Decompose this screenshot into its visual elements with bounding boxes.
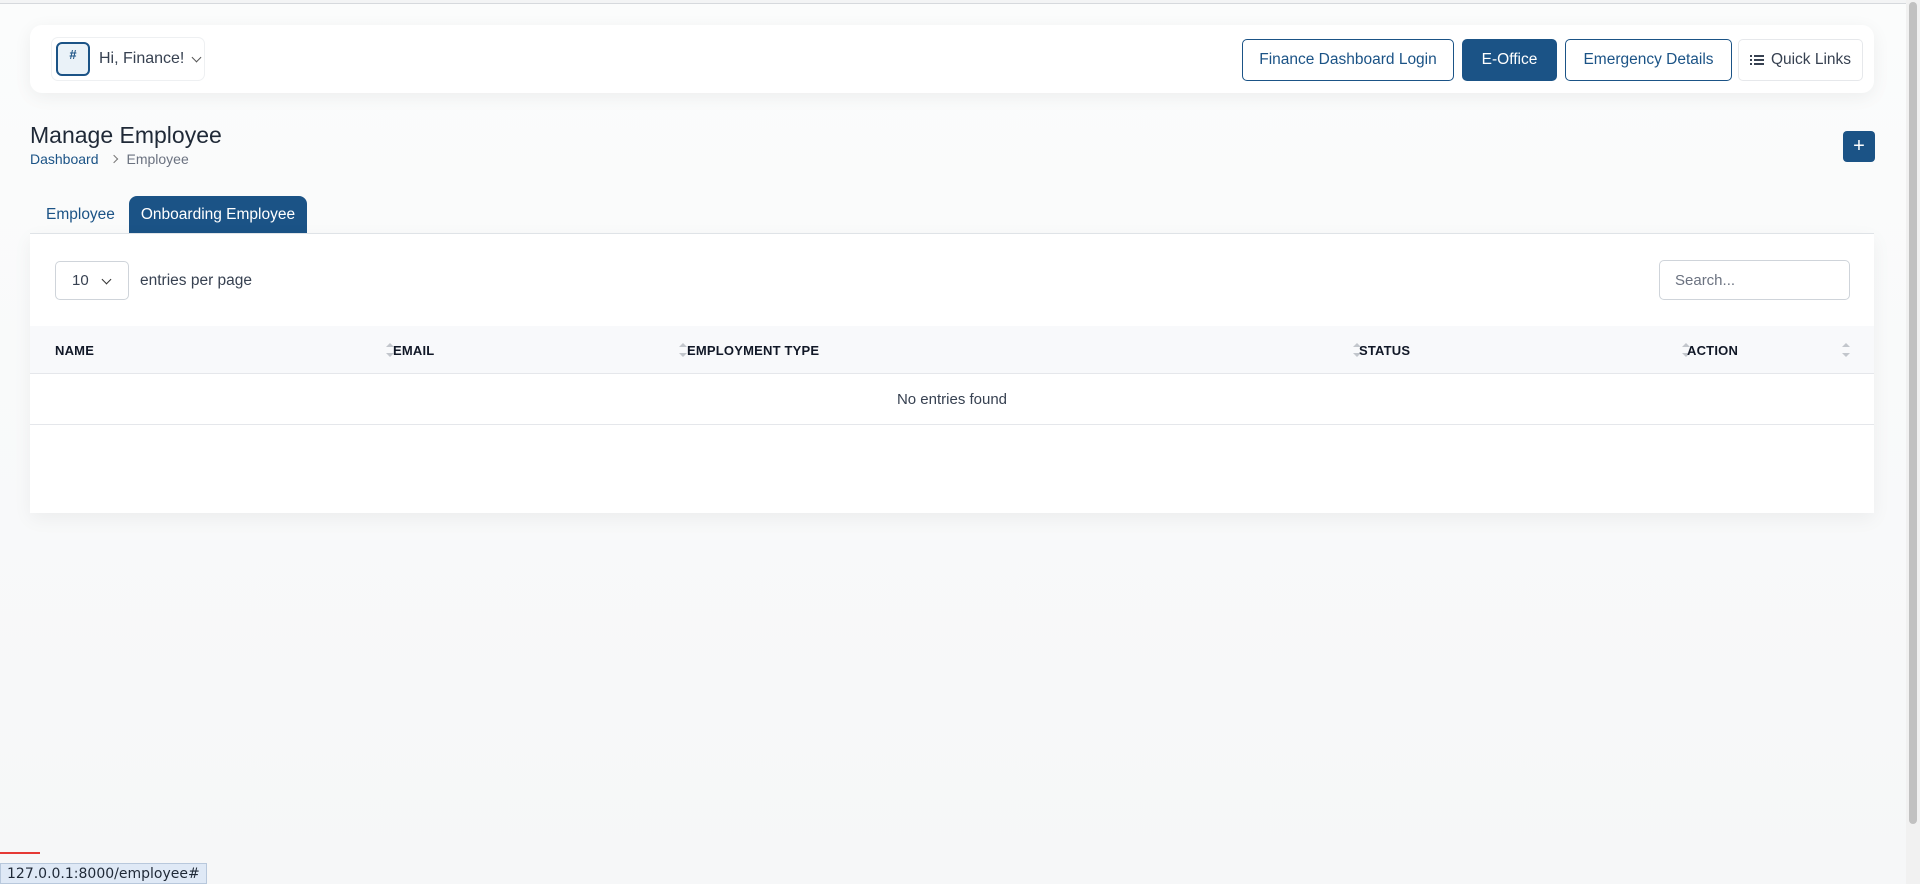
employee-table-card: 10 entries per page NAME EMAIL EMPLOYMEN… [30, 233, 1874, 513]
column-header-email[interactable]: EMAIL [393, 326, 693, 374]
chevron-down-icon [191, 52, 202, 62]
table-header: NAME EMAIL EMPLOYMENT TYPE STATUS ACTION [30, 326, 1874, 374]
list-icon [1749, 54, 1764, 66]
quick-links-label: Quick Links [1770, 51, 1852, 68]
column-header-action[interactable]: ACTION [1687, 326, 1867, 374]
chevron-right-icon [109, 154, 118, 164]
quick-links-button[interactable]: Quick Links [1738, 39, 1863, 81]
sort-icon [1842, 343, 1850, 357]
entries-per-page-select[interactable]: 10 [55, 261, 129, 300]
user-menu[interactable]: # Hi, Finance! [52, 38, 204, 80]
add-employee-button[interactable]: + [1843, 131, 1875, 162]
emergency-details-button[interactable]: Emergency Details [1565, 39, 1732, 81]
greeting-text: Hi, Finance! [99, 50, 185, 67]
column-header-status[interactable]: STATUS [1359, 326, 1690, 374]
browser-top-edge [0, 0, 1920, 4]
red-indicator [0, 852, 40, 854]
breadcrumb: Dashboard Employee [30, 151, 189, 167]
user-avatar-icon: # [56, 42, 90, 76]
breadcrumb-dashboard-link[interactable]: Dashboard [30, 151, 99, 167]
page-scrollbar[interactable] [1906, 0, 1920, 884]
column-label: ACTION [1687, 342, 1739, 358]
top-header: # Hi, Finance! Finance Dashboard Login E… [30, 25, 1874, 93]
empty-table-message: No entries found [30, 374, 1874, 425]
column-header-employment-type[interactable]: EMPLOYMENT TYPE [687, 326, 1361, 374]
tab-onboarding-employee[interactable]: Onboarding Employee [129, 196, 307, 233]
entries-per-page: 10 entries per page [55, 261, 252, 300]
finance-dashboard-login-button[interactable]: Finance Dashboard Login [1242, 39, 1454, 81]
status-bar-url: 127.0.0.1:8000/employee# [0, 863, 207, 884]
column-label: EMPLOYMENT TYPE [687, 342, 820, 358]
column-label: STATUS [1359, 342, 1411, 358]
chevron-down-icon [101, 274, 112, 285]
page-title: Manage Employee [30, 122, 222, 148]
entries-per-page-label: entries per page [140, 271, 253, 289]
breadcrumb-current: Employee [126, 151, 189, 167]
sort-icon [679, 343, 687, 357]
scrollbar-thumb[interactable] [1909, 2, 1917, 824]
entries-per-page-value: 10 [72, 272, 89, 289]
search-input[interactable] [1659, 260, 1850, 300]
tab-employee[interactable]: Employee [30, 196, 131, 233]
column-label: EMAIL [393, 342, 435, 358]
plus-icon: + [1853, 135, 1865, 157]
column-header-name[interactable]: NAME [55, 326, 394, 374]
e-office-button[interactable]: E-Office [1462, 39, 1557, 81]
column-label: NAME [55, 342, 95, 358]
